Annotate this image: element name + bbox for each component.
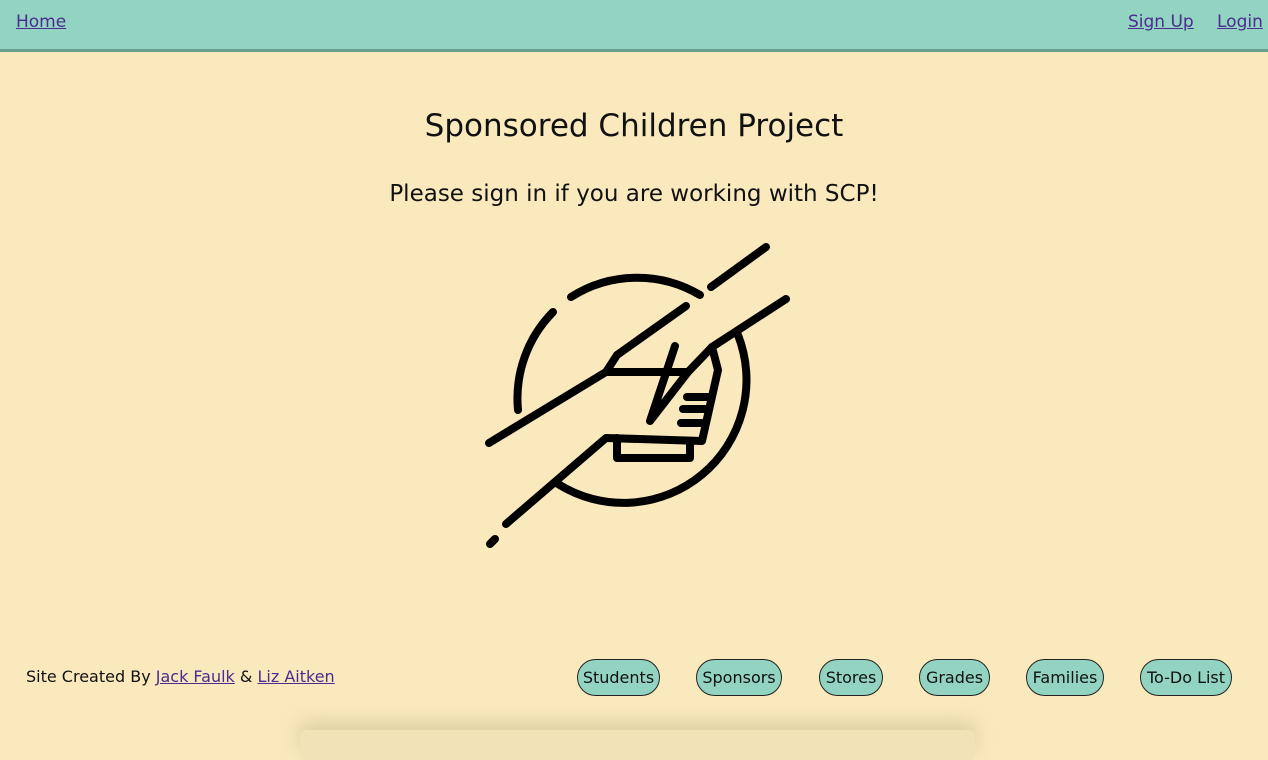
stores-button[interactable]: Stores xyxy=(819,659,883,696)
grades-button[interactable]: Grades xyxy=(919,659,990,696)
bottom-panel-edge xyxy=(300,730,975,760)
nav-home-link[interactable]: Home xyxy=(16,12,66,32)
students-button[interactable]: Students xyxy=(577,659,660,696)
author-link-jack-faulk[interactable]: Jack Faulk xyxy=(156,667,235,686)
helping-hands-icon xyxy=(485,243,790,548)
footer-credit: Site Created By Jack Faulk & Liz Aitken xyxy=(26,667,335,686)
sponsors-button[interactable]: Sponsors xyxy=(696,659,782,696)
credit-separator: & xyxy=(239,667,253,686)
page-subtitle: Please sign in if you are working with S… xyxy=(389,181,879,207)
families-button[interactable]: Families xyxy=(1026,659,1104,696)
to-do-list-button[interactable]: To-Do List xyxy=(1140,659,1232,696)
credit-prefix: Site Created By xyxy=(26,667,151,686)
author-link-liz-aitken[interactable]: Liz Aitken xyxy=(257,667,334,686)
nav-sign-up-link[interactable]: Sign Up xyxy=(1128,12,1194,32)
nav-login-link[interactable]: Login xyxy=(1217,12,1263,32)
top-navbar: Home Sign Up Login xyxy=(0,0,1268,52)
page-title: Sponsored Children Project xyxy=(424,108,844,144)
